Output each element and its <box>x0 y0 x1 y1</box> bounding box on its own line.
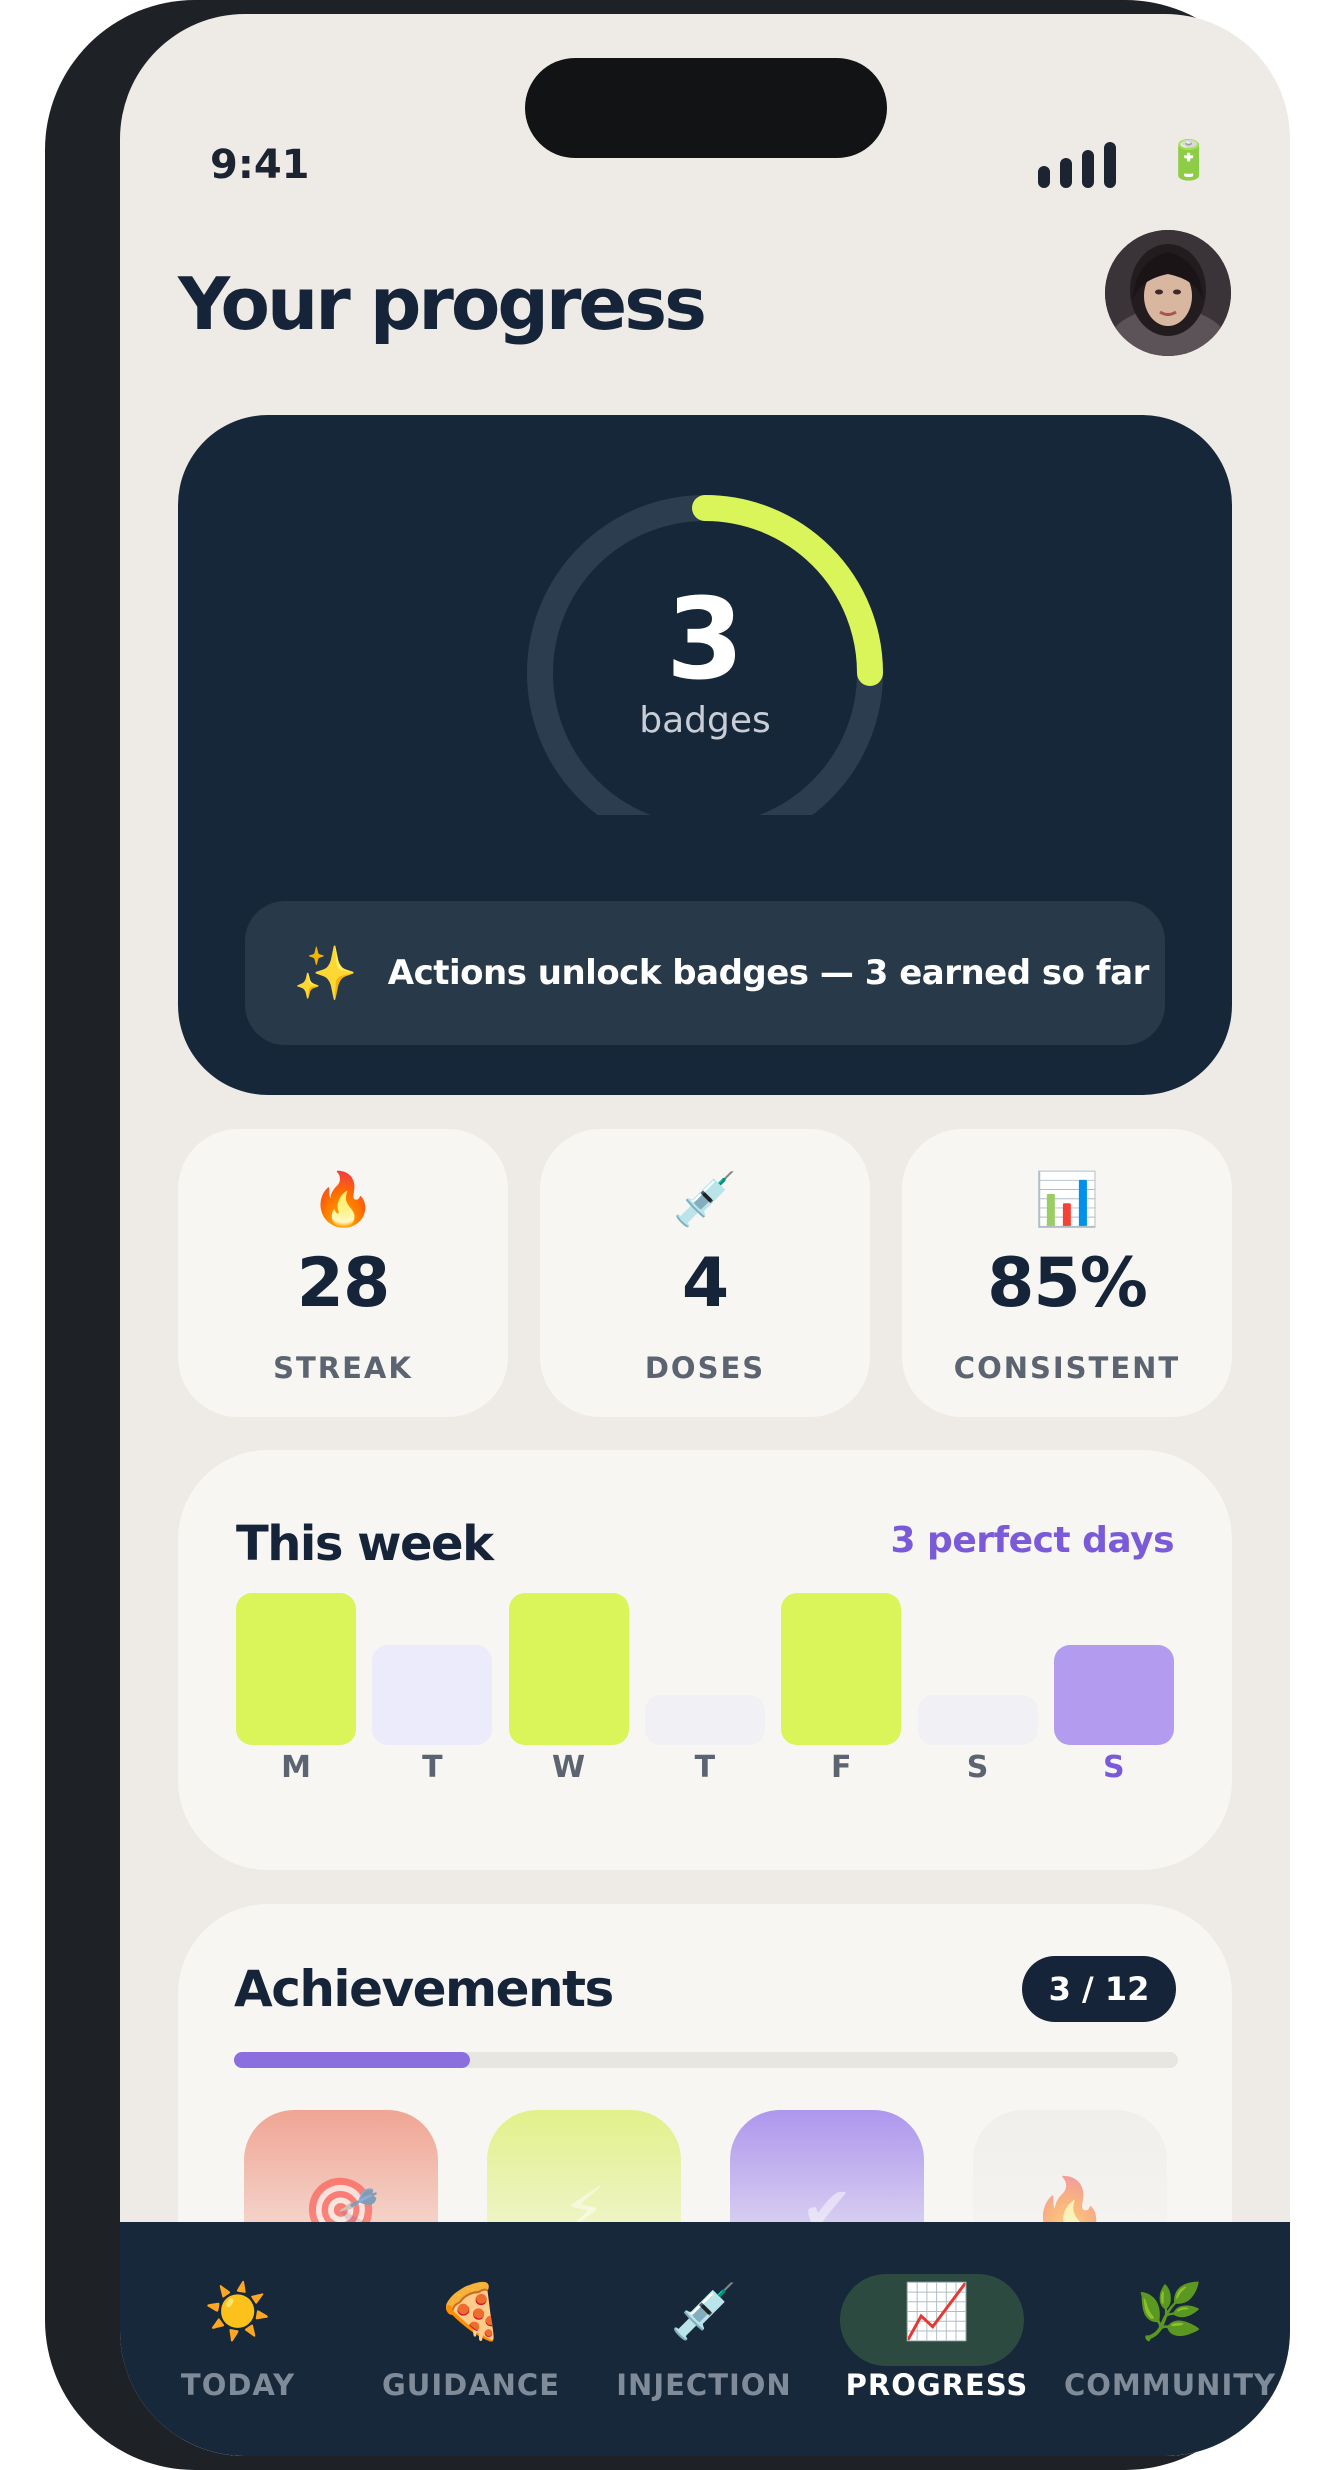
tab-today[interactable]: ☀️ TODAY <box>120 2222 356 2456</box>
week-day-label: T <box>694 1750 716 1785</box>
stat-value: 4 <box>681 1244 729 1323</box>
achievements-progress-track <box>234 2052 1178 2068</box>
stat-label: STREAK <box>273 1351 413 1385</box>
tab-injection[interactable]: 💉 INJECTION <box>586 2222 822 2456</box>
battery-icon: 🔋 <box>1165 138 1213 182</box>
badge-info-text: Actions unlock badges — 3 earned so far <box>387 953 1150 993</box>
bottom-tab-bar: ☀️ TODAY 🍕 GUIDANCE 💉 INJECTION 📈 PROGRESS 🌿 COMM… <box>120 2222 1290 2456</box>
week-day-label: W <box>552 1750 586 1785</box>
stat-card-doses[interactable]: 💉 4 DOSES <box>540 1129 870 1417</box>
week-title: This week <box>236 1516 494 1572</box>
week-bar-6[interactable] <box>1053 1645 1174 1745</box>
tab-community[interactable]: 🌿 COMMUNITY <box>1052 2222 1288 2456</box>
syringe-icon: 💉 <box>672 1170 738 1230</box>
badge-count: 3 <box>666 575 744 705</box>
stat-label: CONSISTENT <box>953 1351 1181 1385</box>
week-bar-5[interactable] <box>917 1695 1038 1745</box>
this-week-card: This week 3 perfect days M T W T F S S <box>178 1450 1232 1870</box>
week-bars <box>236 1593 1174 1745</box>
avatar[interactable] <box>1105 230 1231 356</box>
chart-increasing-icon: 📈 <box>903 2280 971 2343</box>
stat-card-consistent[interactable]: 📊 85% CONSISTENT <box>902 1129 1232 1417</box>
tab-label: COMMUNITY <box>1063 2368 1277 2402</box>
herb-icon: 🌿 <box>1136 2280 1204 2343</box>
tab-guidance[interactable]: 🍕 GUIDANCE <box>353 2222 589 2456</box>
week-bar-0[interactable] <box>236 1593 356 1745</box>
tab-label: PROGRESS <box>845 2368 1029 2402</box>
badge-info-banner: ✨ Actions unlock badges — 3 earned so fa… <box>245 901 1165 1045</box>
achievements-count-badge: 3 / 12 <box>1022 1956 1176 2022</box>
week-day-label: M <box>281 1750 311 1785</box>
week-bar-3[interactable] <box>644 1695 765 1745</box>
signal-icon <box>1038 140 1116 188</box>
stat-value: 28 <box>296 1244 391 1323</box>
week-bar-4[interactable] <box>781 1593 902 1745</box>
page-title: Your progress <box>178 262 707 346</box>
badges-hero-card: 3 badges ✨ Actions unlock badges — 3 ear… <box>178 415 1232 1095</box>
stat-value: 85% <box>987 1244 1148 1323</box>
app-screen: 9:41 🔋 Your progress 3 badges ✨ Actions … <box>120 14 1290 2456</box>
tab-label: GUIDANCE <box>381 2368 561 2402</box>
achievements-progress-fill <box>234 2052 470 2068</box>
sparkles-icon: ✨ <box>293 943 358 1004</box>
week-bar-1[interactable] <box>372 1645 493 1745</box>
tab-label: TODAY <box>180 2368 296 2402</box>
phone-frame: 9:41 🔋 Your progress 3 badges ✨ Actions … <box>45 0 1290 2470</box>
perfect-days-summary: 3 perfect days <box>890 1520 1174 1561</box>
week-day-label: T <box>422 1750 443 1785</box>
status-time: 9:41 <box>210 142 310 188</box>
bar-chart-icon: 📊 <box>1034 1170 1100 1230</box>
dynamic-island <box>525 58 887 158</box>
fire-icon: 🔥 <box>310 1170 376 1230</box>
week-day-label: S <box>1102 1750 1125 1785</box>
badge-unit-label: badges <box>639 700 771 741</box>
avatar-photo <box>1105 230 1231 356</box>
syringe-icon: 💉 <box>670 2280 738 2343</box>
week-day-label: S <box>966 1750 989 1785</box>
achievements-title: Achievements <box>234 1960 614 2018</box>
stat-card-streak[interactable]: 🔥 28 STREAK <box>178 1129 508 1417</box>
stat-label: DOSES <box>644 1351 766 1385</box>
tab-progress[interactable]: 📈 PROGRESS <box>819 2222 1055 2456</box>
sun-icon: ☀️ <box>204 2280 272 2343</box>
pizza-icon: 🍕 <box>437 2280 505 2343</box>
tab-label: INJECTION <box>616 2368 792 2402</box>
week-bar-2[interactable] <box>508 1593 629 1745</box>
week-day-label: F <box>830 1750 852 1785</box>
